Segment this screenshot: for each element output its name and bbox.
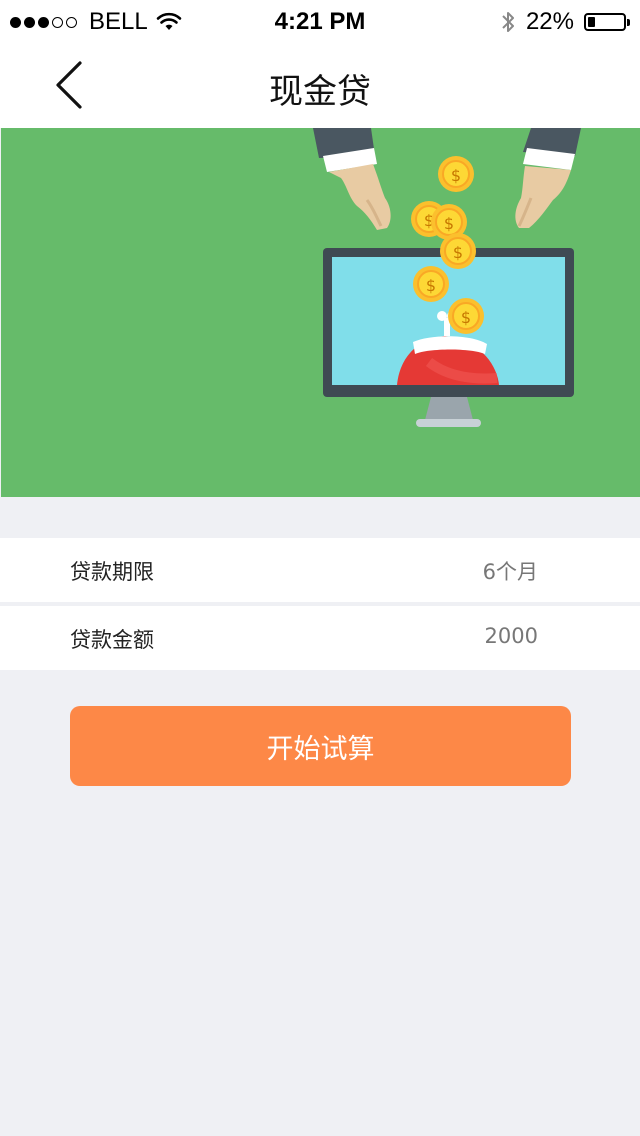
battery-percent: 22%: [525, 8, 574, 35]
svg-text:$: $: [461, 308, 471, 327]
svg-text:$: $: [426, 276, 436, 295]
status-bar: BELL 4:21 PM 22%: [0, 0, 640, 44]
loan-amount-value: 2000: [484, 624, 538, 648]
svg-text:$: $: [453, 243, 463, 262]
battery-icon: [584, 13, 630, 31]
status-right: 22%: [500, 8, 630, 36]
loan-term-value: 6个月: [482, 560, 538, 584]
start-calculation-button[interactable]: 开始试算: [70, 706, 571, 786]
left-hand-icon: [313, 128, 391, 230]
loan-banner: $ $ $ $ $ $: [1, 128, 640, 497]
navigation-bar: 现金贷: [0, 44, 640, 128]
loan-amount-label: 贷款金额: [70, 628, 154, 652]
right-hand-icon: [515, 128, 581, 228]
coins-wallet-monitor-illustration: $ $ $ $ $ $: [313, 128, 581, 427]
loan-term-label: 贷款期限: [70, 560, 154, 584]
svg-text:$: $: [444, 214, 454, 233]
page-title: 现金贷: [269, 72, 371, 112]
bluetooth-icon: [502, 12, 514, 32]
battery-level-fill: [588, 17, 595, 27]
svg-text:$: $: [451, 166, 461, 185]
loan-term-row[interactable]: 贷款期限 6个月: [0, 538, 640, 602]
loan-amount-row[interactable]: 贷款金额 2000: [0, 606, 640, 670]
